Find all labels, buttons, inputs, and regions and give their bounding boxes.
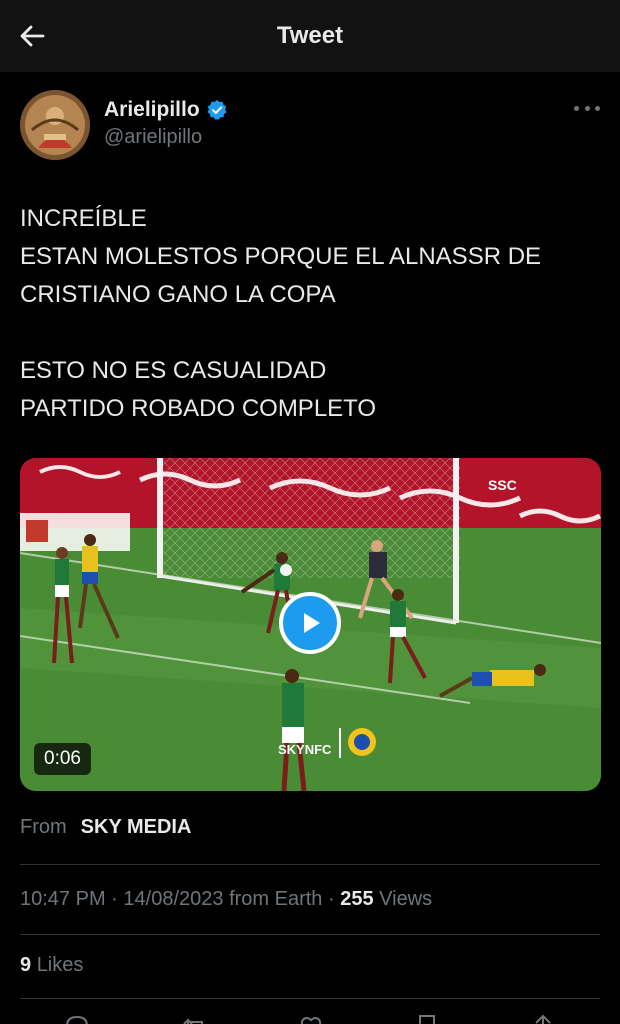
likes-label: Likes	[36, 954, 84, 976]
likes-stat[interactable]: 9 Likes	[20, 954, 83, 977]
more-dot-icon	[584, 105, 590, 111]
video-player[interactable]: SSC SKYNFC 0:06	[20, 458, 601, 791]
page-title: Tweet	[276, 22, 344, 49]
views-label: Views	[379, 888, 433, 910]
media-source: From SKY MEDIA	[20, 816, 191, 839]
tweet-line: ESTO NO ES CASUALIDAD	[20, 357, 327, 384]
tweet-text: INCREÍBLE ESTAN MOLESTOS PORQUE EL ALNAS…	[20, 200, 600, 428]
arrow-left-icon	[20, 25, 45, 47]
bookmark-button[interactable]	[412, 1012, 442, 1024]
divider	[20, 998, 600, 999]
tweet-line: INCREÍBLE	[20, 205, 147, 232]
tweet-meta: 10:47 PM · 14/08/2023 from Earth · 255 V…	[20, 888, 433, 910]
tweet-line	[20, 314, 600, 352]
source-name[interactable]: SKY MEDIA	[81, 816, 192, 838]
tweet-origin: from Earth	[229, 888, 323, 910]
likes-count: 9	[20, 954, 32, 976]
back-button[interactable]	[14, 18, 50, 54]
author-handle[interactable]: @arielipillo	[104, 126, 228, 149]
reply-button[interactable]	[62, 1012, 92, 1024]
avatar[interactable]	[20, 90, 90, 160]
retweet-button[interactable]	[180, 1012, 210, 1024]
svg-text:SKYNFC: SKYNFC	[278, 742, 332, 757]
top-bar: Tweet	[0, 0, 620, 72]
more-dot-icon	[595, 105, 600, 111]
tweet-date[interactable]: 14/08/2023	[123, 888, 223, 910]
more-options-button[interactable]	[574, 100, 600, 116]
tweet-line: PARTIDO ROBADO COMPLETO	[20, 395, 377, 422]
tweet-line: ESTAN MOLESTOS PORQUE EL ALNASSR DE	[20, 243, 542, 270]
tweet-line: CRISTIANO GANO LA COPA	[20, 281, 336, 308]
heart-icon	[300, 1016, 322, 1024]
author-display-name[interactable]: Arielipillo	[104, 98, 200, 122]
share-button[interactable]	[528, 1012, 558, 1024]
svg-text:SSC: SSC	[488, 477, 517, 493]
reply-icon	[66, 1015, 88, 1024]
tweet-author[interactable]: Arielipillo @arielipillo	[20, 90, 228, 160]
play-icon	[304, 613, 320, 633]
divider	[20, 864, 600, 865]
divider	[20, 934, 600, 935]
share-icon	[535, 1014, 551, 1024]
verified-badge-icon	[207, 100, 227, 120]
bookmark-icon	[419, 1015, 435, 1024]
more-dot-icon	[574, 105, 579, 111]
action-bar	[0, 1012, 620, 1024]
views-count: 255	[340, 888, 374, 910]
video-duration: 0:06	[34, 743, 91, 775]
like-button[interactable]	[296, 1012, 326, 1024]
source-label: From	[20, 816, 67, 838]
play-button[interactable]	[279, 592, 341, 654]
retweet-icon	[183, 1018, 203, 1024]
tweet-time[interactable]: 10:47 PM	[20, 888, 106, 910]
